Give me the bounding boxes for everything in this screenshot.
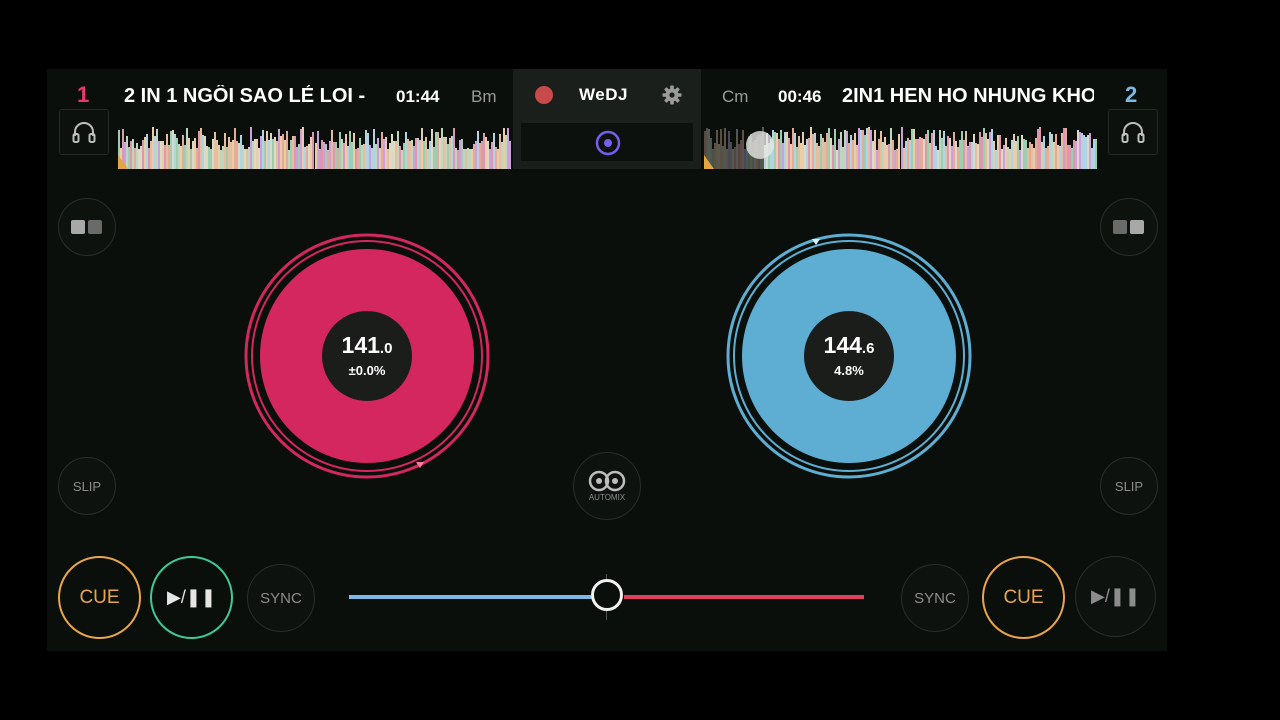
- waveform-bar: [1094, 138, 1097, 169]
- deck-1-waveform[interactable]: [118, 121, 511, 169]
- gear-icon: [662, 85, 682, 105]
- deck-2-bpm-main: 144: [823, 332, 862, 358]
- deck-2-slip-button[interactable]: SLIP: [1100, 457, 1158, 515]
- deck-1-track-title[interactable]: 2 IN 1 NGÔI SAO LẺ LOI -: [124, 85, 369, 108]
- deck-1-key: Bm: [471, 87, 497, 106]
- automix-label: AUTOMIX: [588, 493, 626, 502]
- record-button[interactable]: [535, 86, 553, 104]
- center-mini-panel[interactable]: [521, 123, 693, 161]
- deck-1-jog-wheel[interactable]: 141.0 ±0.0%: [244, 233, 490, 479]
- center-header: WeDJ: [513, 69, 701, 169]
- crossfader[interactable]: [348, 574, 866, 624]
- deck-2-track-title[interactable]: 2IN1 HEN HO NHUNG KHO: [842, 85, 1094, 108]
- deck-1-headphones-button[interactable]: [59, 109, 109, 155]
- deck-1-bpm-display[interactable]: 141.0 ±0.0%: [322, 311, 412, 401]
- deck-2-bpm-display[interactable]: 144.6 4.8%: [804, 311, 894, 401]
- deck-1-slip-button[interactable]: SLIP: [58, 457, 116, 515]
- deck-1-bpm: 141.0: [342, 334, 393, 357]
- deck-2-cue-marker-icon: [704, 155, 714, 169]
- deck-2-play-pause-button[interactable]: ▶/❚❚: [1075, 556, 1156, 637]
- deck-2-key: Cm: [722, 87, 749, 106]
- deck-2-time: 00:46: [778, 87, 822, 106]
- deck-1-number: 1: [77, 82, 90, 107]
- deck-2-bpm-decimal: .6: [861, 340, 875, 357]
- deck-2-pitch: 4.8%: [834, 363, 864, 378]
- view-toggle-icon: [1113, 220, 1144, 234]
- deck-2-headphones-button[interactable]: [1108, 109, 1158, 155]
- deck-2-sync-button[interactable]: SYNC: [901, 564, 969, 632]
- deck-1-sync-button[interactable]: SYNC: [247, 564, 315, 632]
- automix-icon: [588, 470, 626, 492]
- deck-1-cue-button[interactable]: CUE: [58, 556, 141, 639]
- crossfader-knob[interactable]: [591, 579, 623, 611]
- deck-1-play-pause-button[interactable]: ▶/❚❚: [150, 556, 233, 639]
- wedj-app: 1 2 IN 1 NGÔI SAO LẺ LOI - 01:44 Bm WeDJ: [47, 69, 1167, 651]
- deck-2-playhead[interactable]: [746, 131, 774, 159]
- deck-2-waveform[interactable]: [704, 121, 1097, 169]
- settings-button[interactable]: [661, 84, 683, 106]
- deck-1-view-toggle[interactable]: [58, 198, 116, 256]
- deck-1-pitch: ±0.0%: [348, 363, 386, 378]
- crossfader-right-track: [624, 595, 864, 599]
- deck-1-bpm-decimal: .0: [379, 340, 393, 357]
- automix-button[interactable]: AUTOMIX: [573, 452, 641, 520]
- deck-1-bpm-main: 141: [341, 332, 380, 358]
- deck-2-jog-wheel[interactable]: 144.6 4.8%: [726, 233, 972, 479]
- deck-1-time: 01:44: [396, 87, 440, 106]
- wedj-logo: WeDJ: [579, 85, 628, 104]
- deck-2-view-toggle[interactable]: [1100, 198, 1158, 256]
- waveform-bar: [508, 141, 511, 169]
- headphones-icon: [72, 122, 96, 143]
- view-toggle-icon: [71, 220, 102, 234]
- deck-1-waveform-bars: [118, 127, 511, 169]
- headphones-icon: [1121, 122, 1145, 143]
- deck-1-cue-marker-icon: [118, 155, 128, 169]
- crossfader-left-track: [349, 595, 593, 599]
- deck-2-cue-button[interactable]: CUE: [982, 556, 1065, 639]
- deck-2-number: 2: [1125, 82, 1138, 107]
- target-icon: [595, 130, 621, 156]
- deck-2-bpm: 144.6: [824, 334, 875, 357]
